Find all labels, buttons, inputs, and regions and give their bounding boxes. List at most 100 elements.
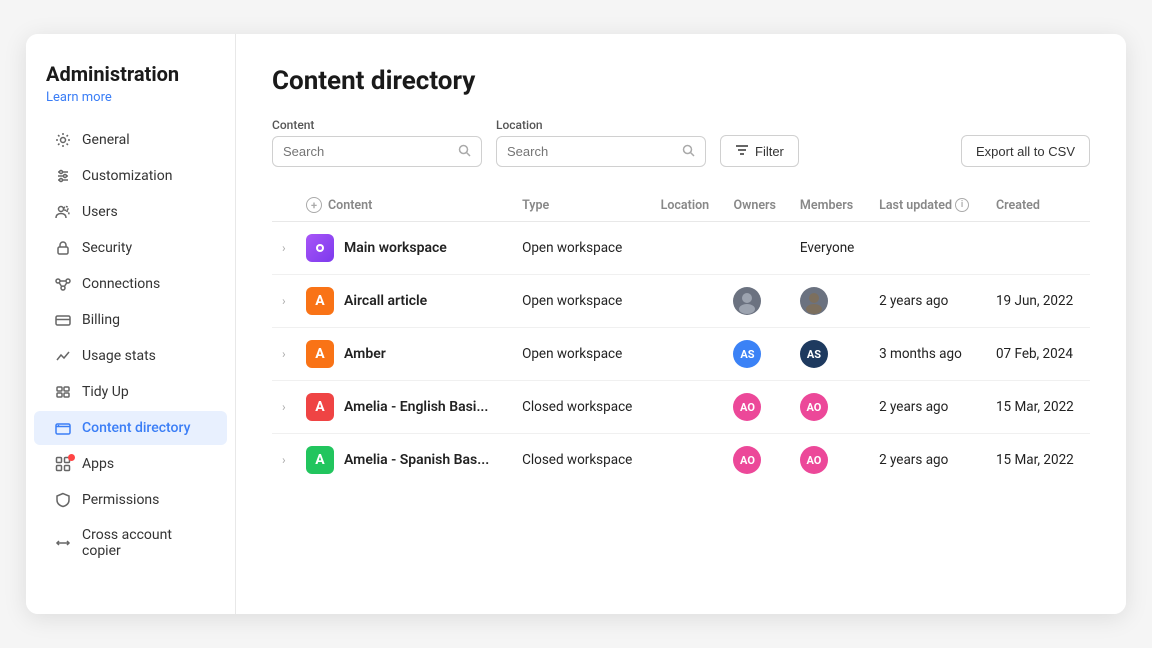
row-expand-chevron[interactable]: ›: [282, 453, 286, 467]
last-updated-cell: 2 years ago: [869, 434, 986, 487]
sidebar-label-security: Security: [82, 240, 132, 256]
learn-more-link[interactable]: Learn more: [26, 90, 235, 123]
location-search-wrap[interactable]: [496, 136, 706, 167]
created-cell: 15 Mar, 2022: [986, 381, 1090, 434]
sliders-icon: [54, 167, 72, 185]
members-cell: [790, 275, 869, 328]
type-cell: Open workspace: [512, 275, 651, 328]
location-search-icon: [682, 142, 695, 161]
sidebar-label-general: General: [82, 132, 130, 148]
member-avatar: AS: [800, 340, 828, 368]
th-type: Type: [512, 189, 651, 222]
sidebar-item-usage-stats[interactable]: Usage stats: [34, 339, 227, 373]
location-cell: [651, 222, 724, 275]
th-owners: Owners: [723, 189, 789, 222]
owner-avatar: AO: [733, 446, 761, 474]
filters-row: Content Location: [272, 118, 1090, 167]
sidebar-item-customization[interactable]: Customization: [34, 159, 227, 193]
location-search-input[interactable]: [507, 144, 678, 159]
sidebar-item-connections[interactable]: Connections: [34, 267, 227, 301]
sidebar-label-connections: Connections: [82, 276, 160, 292]
members-cell: AO: [790, 434, 869, 487]
page-title: Content directory: [272, 66, 1090, 96]
workspace-icon-amelia-es: A: [306, 446, 334, 474]
copy-icon: [54, 534, 72, 552]
th-created: Created: [986, 189, 1090, 222]
row-expand-chevron[interactable]: ›: [282, 400, 286, 414]
owner-avatar: AS: [733, 340, 761, 368]
content-filter-group: Content: [272, 118, 482, 167]
sidebar-label-billing: Billing: [82, 312, 120, 328]
table-header: + Content Type Location Owners Members L…: [272, 189, 1090, 222]
sidebar-title: Administration: [26, 62, 235, 90]
sidebar-item-apps[interactable]: Apps: [34, 447, 227, 481]
row-expand-chevron[interactable]: ›: [282, 241, 286, 255]
location-cell: [651, 381, 724, 434]
row-expand-chevron[interactable]: ›: [282, 294, 286, 308]
member-avatar: [800, 287, 828, 315]
permissions-icon: [54, 491, 72, 509]
table-row: › Main workspace Open workspace Everyone: [272, 222, 1090, 275]
content-search-wrap[interactable]: [272, 136, 482, 167]
last-updated-cell: 2 years ago: [869, 275, 986, 328]
sidebar-item-security[interactable]: Security: [34, 231, 227, 265]
member-avatar: AO: [800, 393, 828, 421]
export-button[interactable]: Export all to CSV: [961, 135, 1090, 167]
table-body: › Main workspace Open workspace Everyone: [272, 222, 1090, 487]
type-cell: Open workspace: [512, 328, 651, 381]
workspace-name: Aircall article: [344, 293, 427, 309]
table-row: › A Amber Open workspace AS AS: [272, 328, 1090, 381]
workspace-icon-main: [306, 234, 334, 262]
apps-badge-dot: [68, 454, 75, 461]
sidebar-label-apps: Apps: [82, 456, 114, 472]
filter-icon: [735, 143, 749, 160]
last-updated-info-icon[interactable]: i: [955, 198, 969, 212]
content-name-cell: A Amelia - English Basi...: [306, 393, 502, 421]
members-cell: AS: [790, 328, 869, 381]
main-content: Content directory Content Location: [236, 34, 1126, 614]
last-updated-cell: 3 months ago: [869, 328, 986, 381]
content-filter-label: Content: [272, 118, 482, 132]
billing-icon: [54, 311, 72, 329]
sidebar-item-content-directory[interactable]: Content directory: [34, 411, 227, 445]
sidebar-nav: General Customization: [26, 123, 235, 567]
filter-button-label: Filter: [755, 144, 784, 159]
sidebar-label-customization: Customization: [82, 168, 172, 184]
members-cell: Everyone: [790, 222, 869, 275]
content-name-cell: A Amber: [306, 340, 502, 368]
last-updated-cell: 2 years ago: [869, 381, 986, 434]
content-search-input[interactable]: [283, 144, 454, 159]
sidebar-item-billing[interactable]: Billing: [34, 303, 227, 337]
row-expand-chevron[interactable]: ›: [282, 347, 286, 361]
th-location: Location: [651, 189, 724, 222]
sidebar-item-permissions[interactable]: Permissions: [34, 483, 227, 517]
sidebar-item-general[interactable]: General: [34, 123, 227, 157]
sidebar-item-tidy-up[interactable]: Tidy Up: [34, 375, 227, 409]
th-members: Members: [790, 189, 869, 222]
workspace-icon-amber: A: [306, 340, 334, 368]
sidebar-item-users[interactable]: Users: [34, 195, 227, 229]
workspace-icon-amelia-en: A: [306, 393, 334, 421]
th-chevron: [272, 189, 296, 222]
sidebar-label-permissions: Permissions: [82, 492, 159, 508]
owners-cell: AO: [723, 434, 789, 487]
filter-button[interactable]: Filter: [720, 135, 799, 167]
table-row: › A Aircall article Open workspace: [272, 275, 1090, 328]
owners-cell: [723, 275, 789, 328]
member-avatar: AO: [800, 446, 828, 474]
table-row: › A Amelia - English Basi... Closed work…: [272, 381, 1090, 434]
sidebar-item-cross-account[interactable]: Cross account copier: [34, 519, 227, 567]
content-table: + Content Type Location Owners Members L…: [272, 189, 1090, 486]
last-updated-cell: [869, 222, 986, 275]
workspace-name: Amelia - Spanish Bas...: [344, 452, 489, 468]
location-cell: [651, 328, 724, 381]
type-cell: Closed workspace: [512, 381, 651, 434]
created-cell: 19 Jun, 2022: [986, 275, 1090, 328]
users-icon: [54, 203, 72, 221]
content-search-icon: [458, 142, 471, 161]
workspace-name: Main workspace: [344, 240, 447, 256]
th-last-updated: Last updated i: [869, 189, 986, 222]
created-cell: [986, 222, 1090, 275]
owners-cell: [723, 222, 789, 275]
sidebar-label-users: Users: [82, 204, 118, 220]
